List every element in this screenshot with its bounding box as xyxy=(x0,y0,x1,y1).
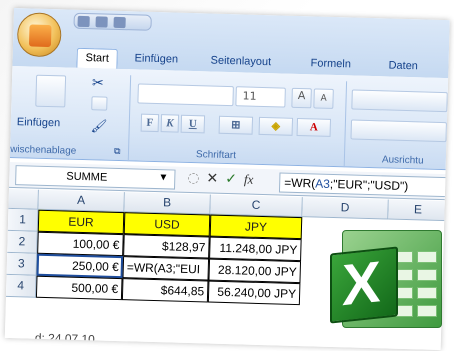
formula-icons: ◌ ✕ ✓ fx xyxy=(187,170,261,192)
formula-input[interactable]: =WR(A3;"EUR";"USD") xyxy=(278,172,450,198)
cell-b4[interactable]: $644,85 xyxy=(121,278,209,303)
shrink-font-icon[interactable]: A xyxy=(313,88,334,109)
tab-start[interactable]: Start xyxy=(76,47,119,69)
formula-suffix: ;"EUR";"USD") xyxy=(329,176,409,194)
cancel-icon[interactable]: ✕ xyxy=(206,170,218,186)
underline-button[interactable]: U xyxy=(180,114,206,134)
font-color-icon[interactable]: A xyxy=(296,117,332,137)
circle-icon: ◌ xyxy=(187,169,200,187)
status-text: d: 24.07.10 xyxy=(34,330,96,347)
ribbon: Einfügen ✂ 🖌 Zwischenablage ⧉ 11 A A F K… xyxy=(5,65,449,171)
group-divider xyxy=(343,81,348,168)
cell-b2[interactable]: $128,97 xyxy=(123,234,210,259)
quick-access-toolbar[interactable] xyxy=(73,12,152,31)
group-label-clipboard: Zwischenablage xyxy=(4,143,77,157)
clipboard-launcher-icon[interactable]: ⧉ xyxy=(114,146,121,157)
tab-einfuegen[interactable]: Einfügen xyxy=(126,49,186,71)
enter-check-icon[interactable]: ✓ xyxy=(225,171,237,187)
cell-a4[interactable]: 500,00 € xyxy=(35,275,123,301)
save-icon[interactable] xyxy=(77,15,90,28)
borders-icon[interactable]: ⊞ xyxy=(218,115,254,135)
cell-a2[interactable]: 100,00 € xyxy=(37,231,124,257)
tab-formeln[interactable]: Formeln xyxy=(302,54,359,76)
grow-font-icon[interactable]: A xyxy=(291,87,312,109)
cell-b1[interactable]: USD xyxy=(123,212,211,237)
align-top-icon[interactable] xyxy=(351,89,448,113)
font-size-select[interactable]: 11 xyxy=(235,86,286,108)
row-header-2[interactable]: 2 xyxy=(7,230,38,254)
column-header-b[interactable]: B xyxy=(124,192,211,215)
cell-b3-editing[interactable]: =WR(A3;"EUI xyxy=(122,256,210,281)
row-header-3[interactable]: 3 xyxy=(6,252,38,276)
cell-c3[interactable]: 28.120,00 JPY xyxy=(208,258,302,284)
fill-color-icon[interactable]: ◈ xyxy=(258,116,294,136)
select-all-corner[interactable] xyxy=(8,188,39,210)
formula-prefix: =WR( xyxy=(284,175,316,191)
formula-ref: A3 xyxy=(315,176,331,191)
italic-button[interactable]: K xyxy=(160,114,180,133)
format-painter-icon[interactable]: 🖌 xyxy=(91,118,108,134)
excel-logo-icon: X xyxy=(330,228,450,332)
column-header-c[interactable]: C xyxy=(210,194,303,218)
cell-a1[interactable]: EUR xyxy=(37,209,125,235)
office-logo-icon xyxy=(28,24,52,48)
office-button[interactable] xyxy=(16,12,62,58)
font-name-select[interactable] xyxy=(137,83,234,107)
group-label-align: Ausrichtu xyxy=(381,154,424,167)
tab-seitenlayout[interactable]: Seitenlayout xyxy=(202,51,279,73)
column-header-a[interactable]: A xyxy=(38,189,125,213)
tab-daten[interactable]: Daten xyxy=(380,56,426,77)
chevron-down-icon[interactable]: ▼ xyxy=(158,172,168,183)
align-left-icon[interactable] xyxy=(350,119,447,143)
cell-c4[interactable]: 56.240,00 JPY xyxy=(207,280,301,306)
group-divider xyxy=(127,75,132,162)
row-header-4[interactable]: 4 xyxy=(5,274,37,298)
name-box-value: SUMME xyxy=(66,170,108,184)
row-header-1[interactable]: 1 xyxy=(7,208,39,232)
redo-icon[interactable] xyxy=(113,16,126,29)
cell-a3[interactable]: 250,00 € xyxy=(36,253,124,279)
excel-x-badge: X xyxy=(330,246,398,324)
cell-c1[interactable]: JPY xyxy=(209,214,303,240)
column-header-e[interactable]: E xyxy=(388,199,449,222)
group-label-font: Schriftart xyxy=(195,149,237,162)
cut-icon[interactable]: ✂ xyxy=(92,74,104,91)
copy-icon[interactable] xyxy=(91,96,108,111)
insert-function-icon[interactable]: fx xyxy=(244,171,254,186)
paste-icon[interactable] xyxy=(35,74,67,108)
cell-c2[interactable]: 11.248,00 JPY xyxy=(209,236,302,262)
screenshot-frame: Start Einfügen Seitenlayout Formeln Date… xyxy=(0,0,454,351)
bold-button[interactable]: F xyxy=(140,113,160,133)
undo-icon[interactable] xyxy=(95,16,108,28)
name-box[interactable]: SUMME ▼ xyxy=(15,165,176,190)
column-header-d[interactable]: D xyxy=(302,197,389,220)
paste-button[interactable]: Einfügen xyxy=(17,116,61,129)
